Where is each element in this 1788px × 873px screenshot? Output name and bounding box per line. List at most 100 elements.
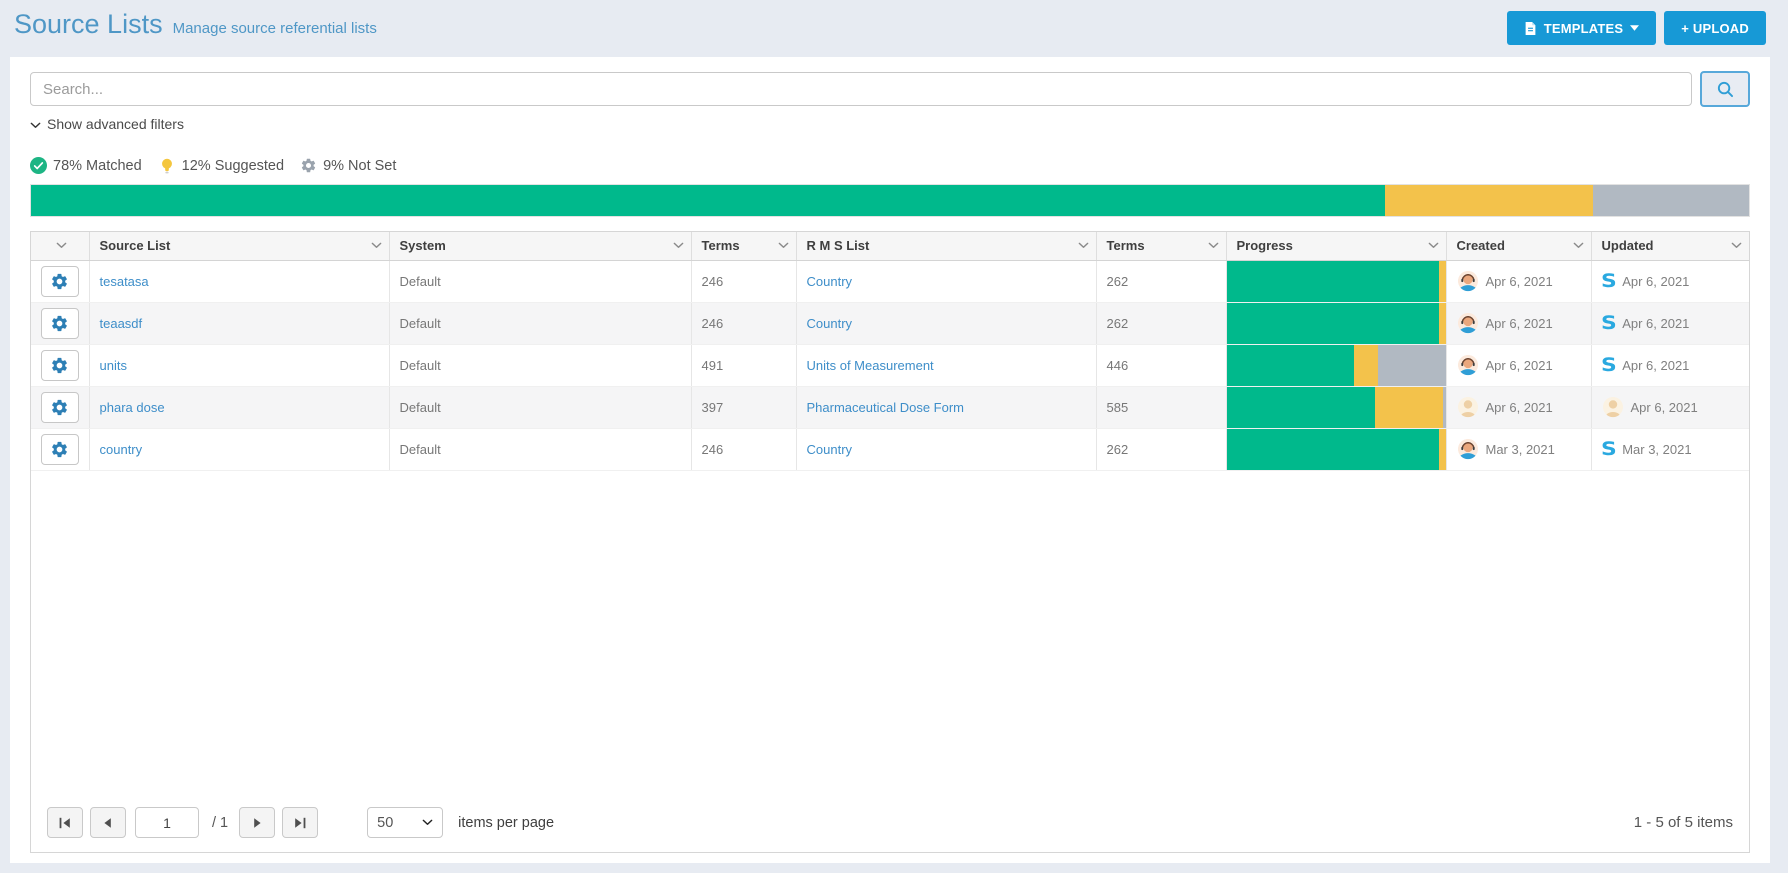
summary-matched-segment bbox=[31, 185, 1385, 216]
gear-icon bbox=[300, 157, 317, 174]
created-date: Apr 6, 2021 bbox=[1486, 274, 1553, 289]
column-header-rms-terms[interactable]: Terms bbox=[1096, 232, 1226, 260]
updated-cell: S Apr 6, 2021 bbox=[1591, 344, 1749, 386]
summary-progress-bar bbox=[30, 184, 1750, 217]
user-avatar-icon bbox=[1457, 270, 1479, 292]
source-list-cell: country bbox=[89, 428, 389, 470]
next-page-button[interactable] bbox=[239, 807, 275, 838]
user-avatar-icon bbox=[1457, 312, 1479, 334]
created-cell: Apr 6, 2021 bbox=[1446, 302, 1591, 344]
created-cell: Apr 6, 2021 bbox=[1446, 386, 1591, 428]
source-list-link[interactable]: phara dose bbox=[100, 400, 165, 415]
table-row: units Default 491 Units of Measurement 4… bbox=[31, 344, 1749, 386]
column-menu-chevron-icon[interactable] bbox=[56, 242, 67, 249]
column-header-system[interactable]: System bbox=[389, 232, 691, 260]
lightbulb-icon bbox=[158, 156, 176, 175]
column-label: Created bbox=[1457, 238, 1505, 253]
gear-icon bbox=[50, 398, 69, 417]
upload-button-label: + UPLOAD bbox=[1681, 21, 1749, 36]
created-cell: Apr 6, 2021 bbox=[1446, 344, 1591, 386]
column-label: Source List bbox=[100, 238, 171, 253]
table-body: tesatasa Default 246 Country 262 Apr 6, … bbox=[31, 260, 1749, 470]
next-page-icon bbox=[248, 814, 266, 832]
source-list-link[interactable]: tesatasa bbox=[100, 274, 149, 289]
rms-terms-cell: 262 bbox=[1096, 428, 1226, 470]
created-date: Mar 3, 2021 bbox=[1486, 442, 1555, 457]
previous-page-button[interactable] bbox=[90, 807, 126, 838]
page-size-select[interactable]: 50 bbox=[367, 807, 443, 838]
column-label: Terms bbox=[702, 238, 740, 253]
rms-terms-cell: 262 bbox=[1096, 302, 1226, 344]
rms-terms-cell: 262 bbox=[1096, 260, 1226, 302]
column-menu-chevron-icon[interactable] bbox=[1731, 242, 1742, 249]
advanced-filters-toggle[interactable]: Show advanced filters bbox=[30, 116, 184, 132]
matched-segment bbox=[1227, 261, 1439, 302]
legend-not-set-label: 9% Not Set bbox=[323, 158, 396, 174]
source-list-link[interactable]: units bbox=[100, 358, 127, 373]
suggested-segment bbox=[1439, 429, 1446, 470]
row-settings-button[interactable] bbox=[41, 392, 79, 423]
column-menu-chevron-icon[interactable] bbox=[1078, 242, 1089, 249]
rms-list-link[interactable]: Country bbox=[807, 316, 853, 331]
source-list-link[interactable]: teaasdf bbox=[100, 316, 143, 331]
column-header-actions bbox=[31, 232, 89, 260]
column-menu-chevron-icon[interactable] bbox=[778, 242, 789, 249]
page-size-value: 50 bbox=[377, 815, 393, 831]
matched-segment bbox=[1227, 303, 1439, 344]
row-settings-button[interactable] bbox=[41, 266, 79, 297]
source-list-link[interactable]: country bbox=[100, 442, 143, 457]
summary-suggested-segment bbox=[1385, 185, 1593, 216]
column-menu-chevron-icon[interactable] bbox=[371, 242, 382, 249]
column-menu-chevron-icon[interactable] bbox=[673, 242, 684, 249]
table-row: phara dose Default 397 Pharmaceutical Do… bbox=[31, 386, 1749, 428]
rms-list-link[interactable]: Units of Measurement bbox=[807, 358, 934, 373]
row-actions-cell bbox=[31, 260, 89, 302]
row-settings-button[interactable] bbox=[41, 434, 79, 465]
column-header-rms-list[interactable]: R M S List bbox=[796, 232, 1096, 260]
progress-cell bbox=[1226, 386, 1446, 428]
gear-icon bbox=[50, 314, 69, 333]
created-cell: Apr 6, 2021 bbox=[1446, 260, 1591, 302]
column-header-terms[interactable]: Terms bbox=[691, 232, 796, 260]
search-input[interactable] bbox=[30, 72, 1692, 106]
matched-segment bbox=[1227, 345, 1354, 386]
column-menu-chevron-icon[interactable] bbox=[1428, 242, 1439, 249]
rms-list-link[interactable]: Pharmaceutical Dose Form bbox=[807, 400, 965, 415]
search-button[interactable] bbox=[1700, 71, 1750, 107]
legend-suggested-label: 12% Suggested bbox=[182, 158, 284, 174]
rms-list-link[interactable]: Country bbox=[807, 442, 853, 457]
chevron-down-icon bbox=[422, 819, 433, 826]
row-actions-cell bbox=[31, 428, 89, 470]
row-settings-button[interactable] bbox=[41, 308, 79, 339]
column-menu-chevron-icon[interactable] bbox=[1573, 242, 1584, 249]
column-header-updated[interactable]: Updated bbox=[1591, 232, 1749, 260]
s-logo-icon: S bbox=[1600, 314, 1616, 333]
updated-cell: S Apr 6, 2021 bbox=[1591, 260, 1749, 302]
first-page-button[interactable] bbox=[47, 807, 83, 838]
column-menu-chevron-icon[interactable] bbox=[1208, 242, 1219, 249]
rms-terms-cell: 446 bbox=[1096, 344, 1226, 386]
updated-cell: S Mar 3, 2021 bbox=[1591, 428, 1749, 470]
rms-list-link[interactable]: Country bbox=[807, 274, 853, 289]
upload-button[interactable]: + UPLOAD bbox=[1664, 11, 1766, 45]
templates-button-label: TEMPLATES bbox=[1544, 21, 1624, 36]
column-header-source-list[interactable]: Source List bbox=[89, 232, 389, 260]
last-page-button[interactable] bbox=[282, 807, 318, 838]
updated-date: Apr 6, 2021 bbox=[1631, 400, 1698, 415]
row-actions-cell bbox=[31, 344, 89, 386]
column-header-progress[interactable]: Progress bbox=[1226, 232, 1446, 260]
page-number-input[interactable] bbox=[135, 807, 199, 838]
column-header-created[interactable]: Created bbox=[1446, 232, 1591, 260]
s-logo-icon: S bbox=[1600, 272, 1616, 291]
templates-button[interactable]: TEMPLATES bbox=[1507, 11, 1657, 45]
rms-list-cell: Units of Measurement bbox=[796, 344, 1096, 386]
created-date: Apr 6, 2021 bbox=[1486, 316, 1553, 331]
main-panel: Show advanced filters 78% Matched 12% Su… bbox=[10, 57, 1770, 863]
caret-down-icon bbox=[1630, 25, 1639, 31]
row-settings-button[interactable] bbox=[41, 350, 79, 381]
source-list-cell: phara dose bbox=[89, 386, 389, 428]
matched-segment bbox=[1227, 429, 1439, 470]
gear-icon bbox=[50, 440, 69, 459]
source-lists-grid: Source List System Terms R M S List bbox=[30, 231, 1750, 853]
grid-empty-area bbox=[31, 471, 1749, 798]
